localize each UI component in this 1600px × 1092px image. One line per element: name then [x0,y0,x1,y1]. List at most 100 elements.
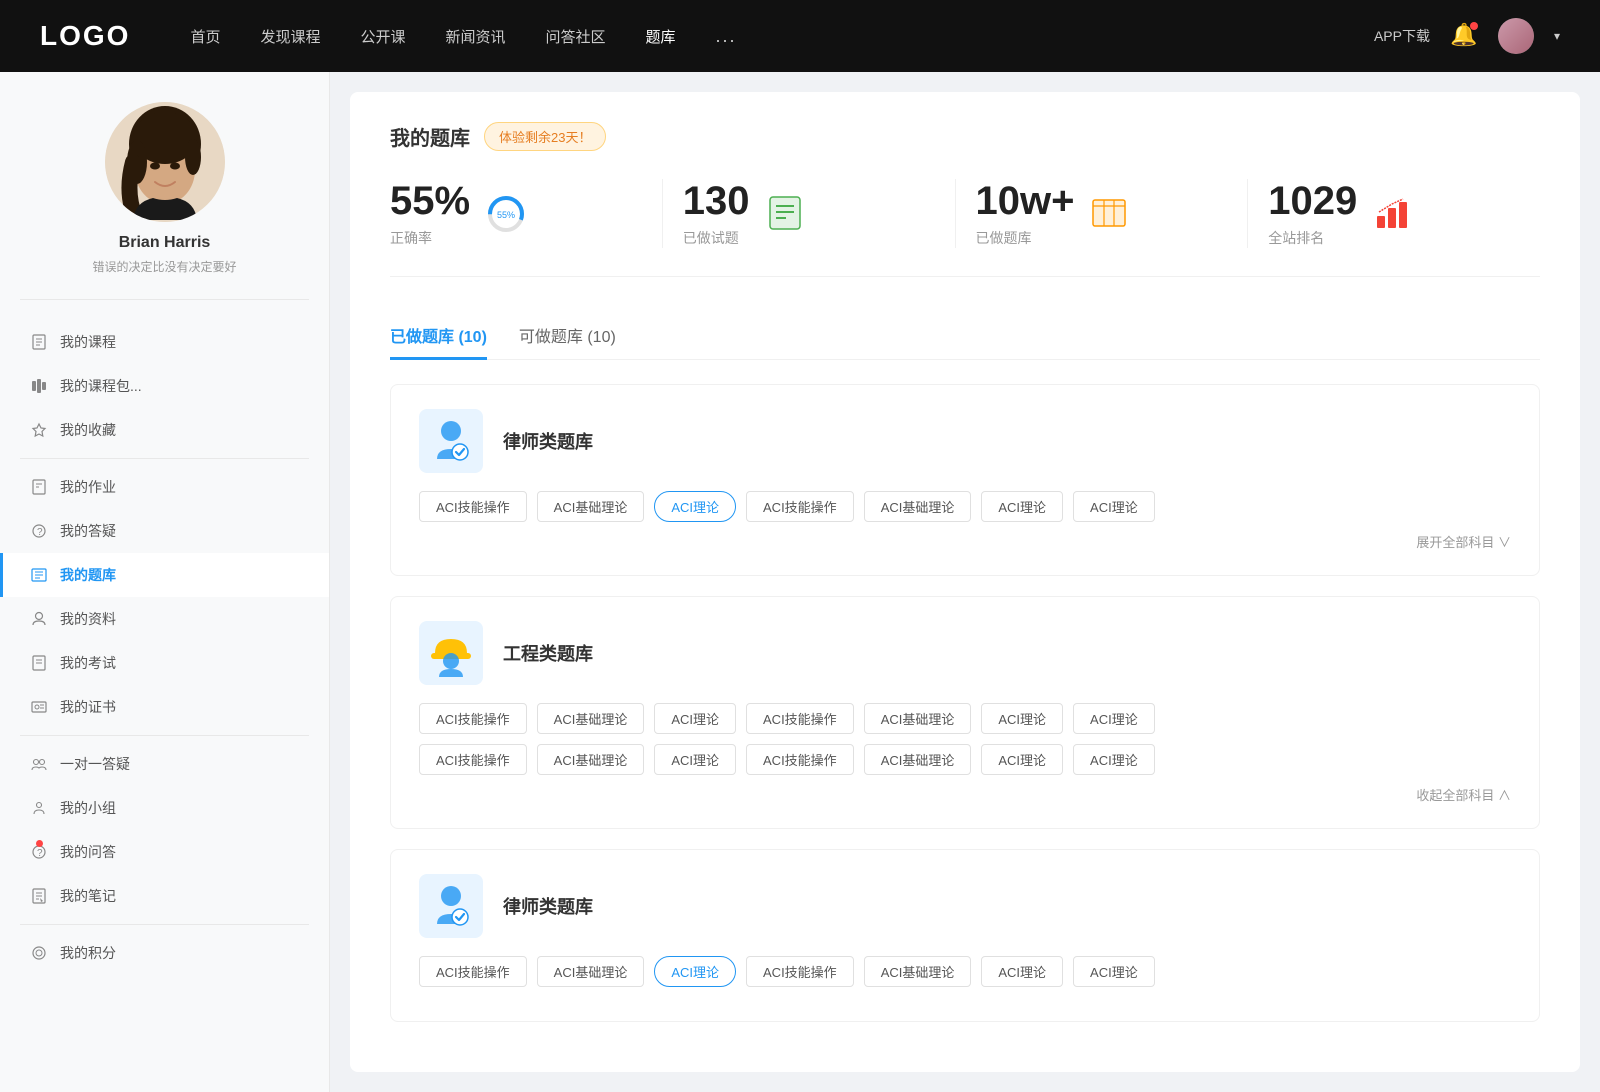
nav-app-download[interactable]: APP下载 [1374,26,1430,46]
done-questions-icon [766,194,806,234]
profile-avatar [105,102,225,222]
profile-icon [30,610,48,628]
stat-done-questions-val: 130 已做试题 [683,179,750,248]
page-layout: Brian Harris 错误的决定比没有决定要好 我的课程 我的课程包... [0,72,1600,1092]
avatar-image [1498,18,1534,54]
nav-link-qa[interactable]: 问答社区 [546,26,606,47]
tag-2-9[interactable]: ACI理论 [654,744,736,775]
qbank-card-lawyer-1: 律师类题库 ACI技能操作 ACI基础理论 ACI理论 ACI技能操作 ACI基… [390,384,1540,576]
tag-2-3[interactable]: ACI技能操作 [746,703,854,734]
tag-3-5[interactable]: ACI理论 [981,956,1063,987]
tag-2-13[interactable]: ACI理论 [1073,744,1155,775]
nav-link-news[interactable]: 新闻资讯 [446,26,506,47]
exam-icon [30,654,48,672]
tag-1-0[interactable]: ACI技能操作 [419,491,527,522]
stat-done-banks-val: 10w+ 已做题库 [976,179,1075,248]
sidebar-divider-3 [20,924,309,925]
tag-3-1[interactable]: ACI基础理论 [537,956,645,987]
sidebar-item-my-favorite[interactable]: 我的收藏 [0,408,329,452]
stats-row: 55% 正确率 55% 130 已做试题 [390,179,1540,277]
done-banks-icon [1090,194,1130,234]
tag-1-1[interactable]: ACI基础理论 [537,491,645,522]
tag-3-2[interactable]: ACI理论 [654,956,736,987]
tag-2-5[interactable]: ACI理论 [981,703,1063,734]
tag-1-2[interactable]: ACI理论 [654,491,736,522]
tag-1-5[interactable]: ACI理论 [981,491,1063,522]
notification-dot [1470,22,1478,30]
qbank-icon-lawyer-1 [419,409,483,473]
tag-3-0[interactable]: ACI技能操作 [419,956,527,987]
sidebar-item-my-homework[interactable]: 我的作业 [0,465,329,509]
qbank-header-3: 律师类题库 [419,874,1511,938]
qbank-footer-1: 展开全部科目 ∨ [419,532,1511,551]
sidebar-item-my-notes[interactable]: 我的笔记 [0,874,329,918]
tag-1-6[interactable]: ACI理论 [1073,491,1155,522]
nav-link-home[interactable]: 首页 [190,26,220,47]
sidebar-bio: 错误的决定比没有决定要好 [92,258,236,275]
sidebar-item-my-group[interactable]: 我的小组 [0,786,329,830]
favorite-icon [30,421,48,439]
nav-link-more[interactable]: ... [716,26,737,47]
tag-2-7[interactable]: ACI技能操作 [419,744,527,775]
tag-2-1[interactable]: ACI基础理论 [537,703,645,734]
nav-link-questionbank[interactable]: 题库 [646,26,676,47]
tag-2-8[interactable]: ACI基础理论 [537,744,645,775]
tag-2-12[interactable]: ACI理论 [981,744,1063,775]
qbank-footer-2: 收起全部科目 ∧ [419,785,1511,804]
nav-link-open[interactable]: 公开课 [360,26,405,47]
stat-rank: 1029 全站排名 [1248,179,1540,248]
nav-avatar[interactable] [1498,18,1534,54]
svg-text:55%: 55% [497,210,515,220]
sidebar-item-my-question[interactable]: ? 我的问答 [0,830,329,874]
page-title: 我的题库 [390,122,470,151]
course-icon [30,333,48,351]
tag-3-6[interactable]: ACI理论 [1073,956,1155,987]
stat-done-questions: 130 已做试题 [663,179,956,248]
nav-link-discover[interactable]: 发现课程 [260,26,320,47]
qbank-title-1: 律师类题库 [503,428,593,454]
nav-bell-button[interactable]: 🔔 [1450,22,1478,50]
nav-chevron-icon[interactable]: ▾ [1554,29,1560,43]
sidebar-item-my-profile[interactable]: 我的资料 [0,597,329,641]
sidebar-item-one-on-one[interactable]: 一对一答疑 [0,742,329,786]
sidebar-item-my-cert[interactable]: 我的证书 [0,685,329,729]
sidebar-item-my-questionbank[interactable]: 我的题库 [0,553,329,597]
coursepack-icon [30,377,48,395]
homework-icon [30,478,48,496]
stat-accuracy: 55% 正确率 55% [390,179,663,248]
svg-text:?: ? [37,527,43,538]
tab-done-banks[interactable]: 已做题库 (10) [390,313,487,360]
expand-button-1[interactable]: 展开全部科目 ∨ [1416,532,1511,551]
sidebar-item-my-points[interactable]: 我的积分 [0,931,329,975]
nav-logo: LOGO [40,20,130,52]
sidebar: Brian Harris 错误的决定比没有决定要好 我的课程 我的课程包... [0,72,330,1092]
qbank-card-engineer: 工程类题库 ACI技能操作 ACI基础理论 ACI理论 ACI技能操作 ACI基… [390,596,1540,829]
nav-right: APP下载 🔔 ▾ [1374,18,1560,54]
rank-chart-icon [1373,194,1413,234]
qa-icon: ? [30,522,48,540]
tag-2-10[interactable]: ACI技能操作 [746,744,854,775]
sidebar-profile: Brian Harris 错误的决定比没有决定要好 [20,102,309,300]
sidebar-item-my-course[interactable]: 我的课程 [0,320,329,364]
tag-1-4[interactable]: ACI基础理论 [864,491,972,522]
qbank-title-2: 工程类题库 [503,640,593,666]
tag-2-4[interactable]: ACI基础理论 [864,703,972,734]
sidebar-item-my-qa[interactable]: ? 我的答疑 [0,509,329,553]
collapse-button-2[interactable]: 收起全部科目 ∧ [1416,785,1511,804]
stat-rank-val: 1029 全站排名 [1268,179,1357,248]
tag-2-11[interactable]: ACI基础理论 [864,744,972,775]
sidebar-item-my-course-pack[interactable]: 我的课程包... [0,364,329,408]
tag-1-3[interactable]: ACI技能操作 [746,491,854,522]
qbank-card-lawyer-2: 律师类题库 ACI技能操作 ACI基础理论 ACI理论 ACI技能操作 ACI基… [390,849,1540,1022]
page-title-row: 我的题库 体验剩余23天！ [390,122,1540,151]
tag-2-0[interactable]: ACI技能操作 [419,703,527,734]
tab-available-banks[interactable]: 可做题库 (10) [519,313,616,360]
tag-3-4[interactable]: ACI基础理论 [864,956,972,987]
sidebar-item-my-exam[interactable]: 我的考试 [0,641,329,685]
tag-3-3[interactable]: ACI技能操作 [746,956,854,987]
cert-icon [30,698,48,716]
tag-2-2[interactable]: ACI理论 [654,703,736,734]
tag-2-6[interactable]: ACI理论 [1073,703,1155,734]
avatar-svg [105,102,225,222]
points-icon [30,944,48,962]
